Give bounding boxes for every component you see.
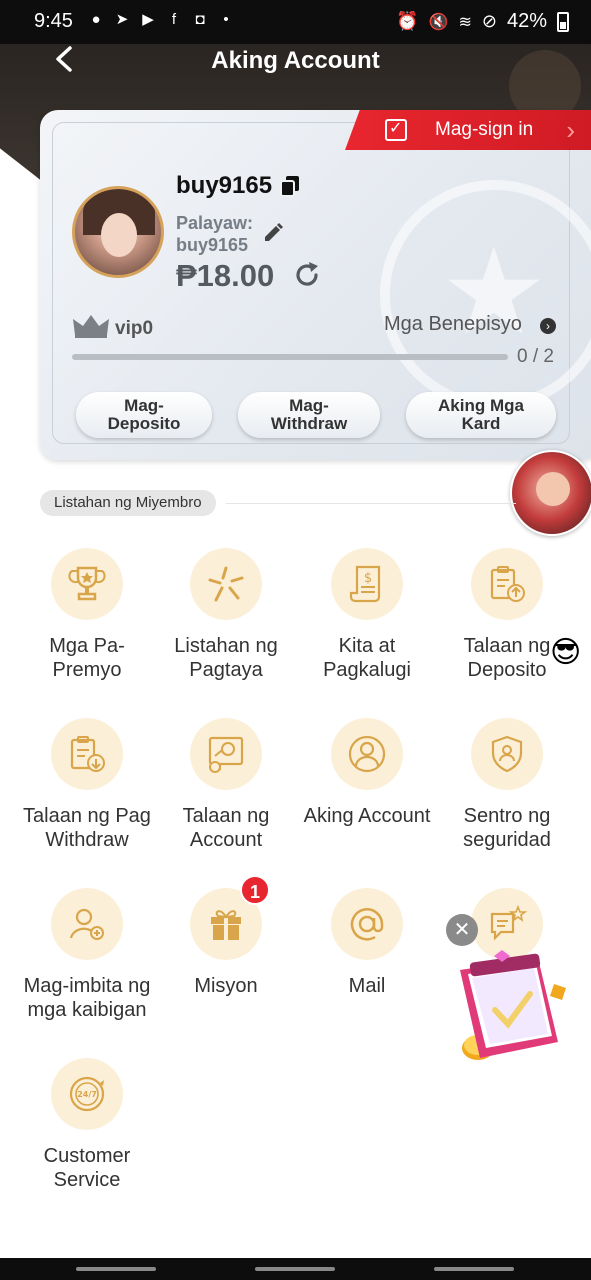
messenger-icon: ● xyxy=(91,11,101,28)
floating-avatar[interactable] xyxy=(510,450,591,536)
add-user-icon xyxy=(69,908,104,940)
svg-text:24/7: 24/7 xyxy=(77,1090,97,1099)
mi-icon: ◘ xyxy=(195,11,205,28)
notification-icons: ● ➤ ▶ f ◘ • xyxy=(86,10,236,30)
benefits-link[interactable]: Mga Benepisyo xyxy=(384,313,522,336)
wifi-icon: ≋ xyxy=(458,13,472,31)
sunglasses-emoji-icon: 😎 xyxy=(550,636,582,669)
menu-profit-loss[interactable]: $ Kita at Pagkalugi xyxy=(292,548,442,682)
refresh-icon[interactable] xyxy=(292,260,322,290)
withdraw-button[interactable]: Mag- Withdraw xyxy=(238,392,380,438)
deposit-button[interactable]: Mag- Deposito xyxy=(76,392,212,438)
copy-icon[interactable] xyxy=(280,175,300,197)
trophy-icon xyxy=(68,566,106,601)
my-cards-button[interactable]: Aking Mga Kard xyxy=(406,392,556,438)
vip-level: vip0 xyxy=(115,318,154,339)
gift-icon xyxy=(211,910,241,940)
status-time: 9:45 xyxy=(34,10,73,32)
alarm-icon: ⏰ xyxy=(396,11,419,31)
calendar-check-icon xyxy=(385,118,407,141)
edit-pencil-icon[interactable] xyxy=(262,222,284,244)
nickname-label: Palayaw: xyxy=(176,213,254,233)
avatar[interactable] xyxy=(72,186,164,278)
at-sign-icon xyxy=(350,908,384,941)
sparkle-icon xyxy=(208,566,244,602)
menu-invite-friends[interactable]: Mag-imbita ng mga kaibigan xyxy=(12,888,162,1022)
system-navigation-bar xyxy=(0,1258,591,1280)
facebook-icon: f xyxy=(171,11,177,28)
menu-bet-list[interactable]: Listahan ng Pagtaya xyxy=(151,548,301,682)
menu-my-account[interactable]: Aking Account xyxy=(292,718,442,828)
vip-progress-text: 0 / 2 xyxy=(517,346,554,367)
mission-notification-badge: 1 xyxy=(240,875,270,905)
shield-user-icon xyxy=(491,735,523,773)
menu-account-record[interactable]: Talaan ng Account xyxy=(151,718,301,852)
clipboard-download-icon xyxy=(70,736,105,772)
vip-progress-bar xyxy=(72,354,508,360)
sign-in-label: Mag-sign in xyxy=(435,119,534,140)
crown-icon xyxy=(73,315,109,338)
chat-star-icon xyxy=(490,904,527,941)
telegram-icon: ➤ xyxy=(115,11,129,28)
no-disturb-icon: ⊘ xyxy=(481,11,497,31)
menu-mission[interactable]: Misyon xyxy=(151,888,301,998)
balance-amount: ₱18.00 xyxy=(176,258,275,293)
menu-customer-service[interactable]: 24/7 Customer Service xyxy=(12,1058,162,1192)
receipt-dollar-icon: $ xyxy=(349,565,381,603)
section-title: Listahan ng Miyembro xyxy=(40,490,216,516)
page-title: Aking Account xyxy=(211,47,380,74)
support-24-7-icon: 24/7 xyxy=(69,1076,105,1112)
sign-in-button[interactable]: Mag-sign in › xyxy=(345,110,591,150)
promo-gift-book-icon[interactable] xyxy=(450,950,575,1070)
menu-rewards[interactable]: Mga Pa- Premyo xyxy=(12,548,162,682)
nickname-value: buy9165 xyxy=(176,235,249,255)
mute-icon: 🔇 xyxy=(428,13,449,31)
battery-icon xyxy=(557,11,569,32)
user-circle-icon xyxy=(348,735,386,773)
menu-mail[interactable]: Mail xyxy=(292,888,442,998)
system-icons: ⏰ 🔇 ≋ ⊘ 42% xyxy=(396,10,569,33)
username: buy9165 xyxy=(176,172,273,199)
menu-withdraw-record[interactable]: Talaan ng Pag Withdraw xyxy=(12,718,162,852)
clipboard-upload-icon xyxy=(490,566,525,602)
svg-text:$: $ xyxy=(364,571,372,586)
menu-security-center[interactable]: Sentro ng seguridad xyxy=(432,718,582,852)
nav-back[interactable] xyxy=(434,1267,514,1271)
chevron-right-icon: › xyxy=(566,115,575,145)
monitor-chart-icon xyxy=(208,736,244,773)
battery-percentage: 42% xyxy=(506,10,547,32)
more-dot-icon: • xyxy=(223,11,229,28)
youtube-icon: ▶ xyxy=(142,11,154,28)
chevron-right-circle-icon[interactable]: › xyxy=(540,318,556,334)
divider xyxy=(226,503,516,504)
close-promo-button[interactable]: ✕ xyxy=(446,914,478,946)
nav-recent[interactable] xyxy=(76,1267,156,1271)
nav-home[interactable] xyxy=(255,1267,335,1271)
status-bar: 9:45 ● ➤ ▶ f ◘ • ⏰ 🔇 ≋ ⊘ 42% xyxy=(0,0,591,44)
